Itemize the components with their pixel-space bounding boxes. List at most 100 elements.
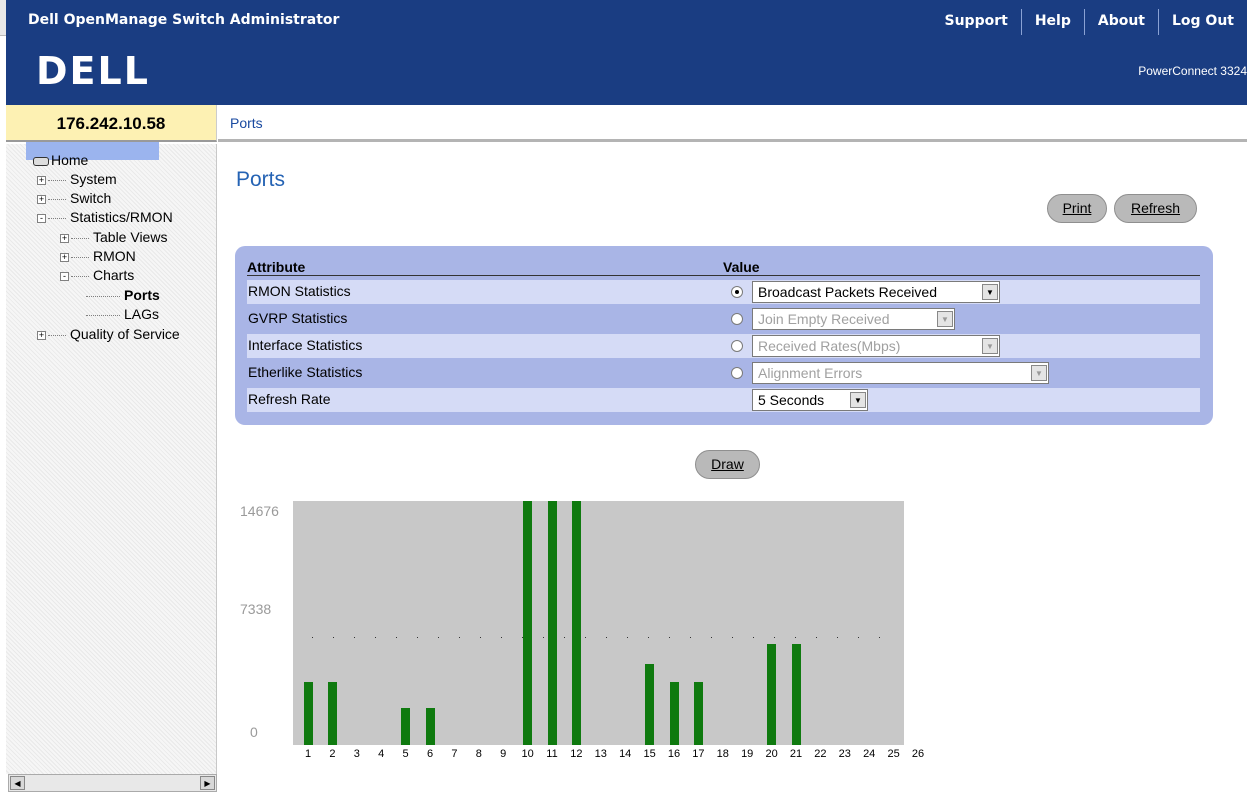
- gridline-dot: [816, 637, 817, 638]
- x-tick-label: 16: [667, 748, 681, 760]
- gvrp-radio[interactable]: [731, 313, 743, 325]
- gridline-dot: [669, 637, 670, 638]
- y-tick-label-max: 14676: [240, 503, 279, 519]
- gridline-dot: [606, 637, 607, 638]
- tree-item-rmon[interactable]: + RMON: [60, 247, 136, 266]
- gridline-dot: [438, 637, 439, 638]
- bar-port-15: [645, 664, 655, 745]
- chart-plot-area: [293, 501, 904, 745]
- attribute-row-rmon: RMON Statistics Broadcast Packets Receiv…: [247, 280, 1200, 304]
- x-tick-label: 12: [570, 748, 583, 760]
- gridline-dot: [711, 637, 712, 638]
- bar-port-16: [669, 682, 679, 745]
- expand-icon[interactable]: +: [60, 233, 69, 243]
- dropdown-arrow-icon[interactable]: ▼: [982, 284, 998, 300]
- tree-item-charts[interactable]: - Charts: [60, 266, 134, 285]
- scroll-left-icon[interactable]: ◀: [10, 776, 25, 790]
- etherlike-radio[interactable]: [731, 367, 743, 379]
- attribute-row-etherlike: Etherlike Statistics Alignment Errors ▼: [247, 361, 1200, 385]
- attribute-label: RMON Statistics: [248, 283, 351, 299]
- interface-select[interactable]: Received Rates(Mbps) ▼: [752, 335, 1000, 357]
- sidebar-horizontal-scrollbar[interactable]: ◀ ▶: [8, 774, 217, 792]
- model-name: PowerConnect 3324: [1138, 64, 1247, 78]
- expand-icon[interactable]: +: [60, 252, 69, 262]
- logout-link[interactable]: Log Out: [1158, 9, 1247, 35]
- dropdown-arrow-icon[interactable]: ▼: [937, 311, 953, 327]
- dell-logo: DELL: [36, 51, 150, 91]
- gridline-dot: [879, 637, 880, 638]
- collapse-icon[interactable]: -: [37, 213, 46, 223]
- select-value: Join Empty Received: [758, 311, 890, 327]
- tree-item-quality-of-service[interactable]: + Quality of Service: [37, 325, 180, 344]
- bar-port-21: [791, 644, 801, 745]
- x-tick-label: 7: [451, 748, 458, 760]
- select-value: 5 Seconds: [758, 392, 825, 408]
- x-tick-label: 19: [741, 748, 754, 760]
- rmon-radio[interactable]: [731, 286, 743, 298]
- title-strip: Dell OpenManage Switch Administrator Sup…: [6, 0, 1247, 36]
- x-tick-label: 4: [378, 748, 385, 760]
- tree-item-ports[interactable]: Ports: [86, 286, 160, 305]
- expand-icon[interactable]: +: [37, 175, 46, 185]
- x-tick-label: 3: [353, 748, 360, 760]
- tree-item-home[interactable]: Home: [33, 151, 88, 170]
- app-title: Dell OpenManage Switch Administrator: [28, 12, 340, 28]
- bar-port-1: [303, 682, 313, 745]
- tree-item-table-views[interactable]: + Table Views: [60, 228, 167, 247]
- gridline-dot: [795, 637, 796, 638]
- gridline-dot: [774, 637, 775, 638]
- x-tick-label: 15: [643, 748, 656, 760]
- collapse-icon[interactable]: -: [60, 271, 69, 281]
- rmon-select[interactable]: Broadcast Packets Received ▼: [752, 281, 1000, 303]
- dropdown-arrow-icon[interactable]: ▼: [850, 392, 866, 408]
- attribute-label: GVRP Statistics: [248, 310, 348, 326]
- tree-item-label: Home: [51, 152, 89, 168]
- etherlike-select[interactable]: Alignment Errors ▼: [752, 362, 1049, 384]
- x-tick-label: 9: [500, 748, 507, 760]
- x-tick-label: 22: [814, 748, 827, 760]
- bar-port-2: [327, 682, 337, 745]
- gridline-dot: [543, 637, 544, 638]
- scroll-right-icon[interactable]: ▶: [200, 776, 215, 790]
- support-link[interactable]: Support: [932, 9, 1021, 35]
- interface-radio[interactable]: [731, 340, 743, 352]
- gvrp-select[interactable]: Join Empty Received ▼: [752, 308, 955, 330]
- bar-port-17: [693, 682, 703, 745]
- x-tick-label: 17: [692, 748, 705, 760]
- tree-item-system[interactable]: + System: [37, 170, 117, 189]
- gridline-dot: [837, 637, 838, 638]
- x-tick-label: 14: [619, 748, 632, 760]
- device-ip: 176.242.10.58: [6, 105, 217, 142]
- y-tick-label-mid: 7338: [240, 601, 272, 617]
- about-link[interactable]: About: [1083, 9, 1158, 35]
- tree-item-label: LAGs: [124, 306, 160, 322]
- select-value: Broadcast Packets Received: [758, 284, 937, 300]
- tree-item-lags[interactable]: LAGs: [86, 305, 159, 324]
- gridline-dot: [627, 637, 628, 638]
- x-tick-label: 21: [789, 748, 803, 760]
- draw-button[interactable]: Draw: [695, 450, 760, 479]
- refresh-rate-select[interactable]: 5 Seconds ▼: [752, 389, 868, 411]
- x-tick-label: 26: [911, 748, 925, 760]
- help-link[interactable]: Help: [1020, 9, 1084, 35]
- expand-icon[interactable]: +: [37, 194, 46, 204]
- gridline-dot: [648, 637, 649, 638]
- x-tick-label: 23: [838, 748, 851, 760]
- header-value: Value: [723, 259, 760, 275]
- print-button[interactable]: Print: [1047, 194, 1107, 223]
- breadcrumb-ports[interactable]: Ports: [230, 115, 263, 131]
- tree-item-switch[interactable]: + Switch: [37, 189, 111, 208]
- x-tick-label: 25: [887, 748, 900, 760]
- expand-icon[interactable]: +: [37, 330, 46, 340]
- gridline-dot: [753, 637, 754, 638]
- dell-logo-text: DELL: [36, 51, 150, 91]
- refresh-button[interactable]: Refresh: [1114, 194, 1197, 223]
- gridline-dot: [417, 637, 418, 638]
- x-tick-label: 11: [546, 748, 558, 760]
- dropdown-arrow-icon[interactable]: ▼: [1031, 365, 1047, 381]
- tree-item-statistics-rmon[interactable]: - Statistics/RMON: [37, 208, 173, 227]
- attribute-row-interface: Interface Statistics Received Rates(Mbps…: [247, 334, 1200, 358]
- gridline-dot: [732, 637, 733, 638]
- tree-item-label: Charts: [93, 267, 135, 283]
- dropdown-arrow-icon[interactable]: ▼: [982, 338, 998, 354]
